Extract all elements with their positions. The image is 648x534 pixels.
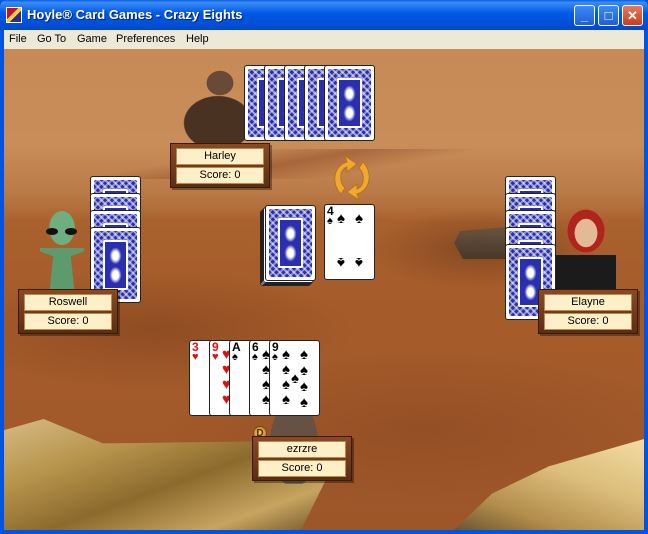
spade-icon: ♠	[300, 378, 308, 395]
menu-goto[interactable]: Go To	[37, 33, 66, 45]
draw-pile[interactable]	[265, 205, 316, 281]
heart-icon: ♥	[192, 351, 199, 363]
mars-horizon	[4, 149, 644, 179]
alien-eye	[46, 228, 58, 235]
game-table: Harley Score: 0 Roswell Score: 0 Elayne …	[4, 49, 644, 530]
spade-icon: ♠	[300, 362, 308, 379]
spade-icon: ♠	[282, 361, 290, 378]
close-icon: ✕	[627, 8, 638, 23]
nameplate-elayne: Elayne Score: 0	[538, 289, 638, 334]
title-bar[interactable]: Hoyle® Card Games - Crazy Eights _ □ ✕	[0, 0, 648, 30]
nameplate-roswell: Roswell Score: 0	[18, 289, 118, 334]
minimize-icon: _	[580, 8, 589, 23]
menu-bar: File Go To Game Preferences Help	[4, 30, 644, 49]
card-back	[324, 65, 375, 141]
spade-icon: ♠	[355, 254, 363, 271]
spade-icon: ♠	[282, 376, 290, 393]
app-window: Hoyle® Card Games - Crazy Eights _ □ ✕ F…	[0, 0, 648, 534]
window-title: Hoyle® Card Games - Crazy Eights	[27, 7, 243, 22]
menu-preferences[interactable]: Preferences	[116, 33, 175, 45]
player-score: Score: 0	[176, 167, 264, 184]
spade-icon: ♠	[300, 394, 308, 411]
spade-icon: ♠	[291, 370, 299, 387]
menu-game[interactable]: Game	[77, 33, 107, 45]
avatar-elayne	[556, 205, 616, 295]
menu-help[interactable]: Help	[186, 33, 209, 45]
player-card[interactable]: 9 ♠ ♠ ♠ ♠ ♠ ♠ ♠ ♠ ♠ ♠	[269, 340, 320, 416]
spade-icon: ♠	[232, 351, 238, 363]
nameplate-ezrzre: ezrzre Score: 0	[252, 436, 352, 481]
spade-icon: ♠	[355, 210, 363, 227]
minimize-button[interactable]: _	[574, 5, 595, 26]
spade-icon: ♠	[327, 215, 333, 227]
nameplate-harley: Harley Score: 0	[170, 143, 270, 188]
player-score: Score: 0	[24, 313, 112, 330]
alien-eye	[65, 228, 77, 235]
avatar-roswell-alien	[40, 204, 84, 299]
spade-icon: ♠	[272, 351, 278, 363]
app-icon[interactable]	[6, 7, 22, 23]
discard-pile-top-card[interactable]: 4 ♠ ♠ ♠ ♠ ♠	[324, 204, 375, 280]
player-name: ezrzre	[258, 441, 346, 458]
player-name: Roswell	[24, 294, 112, 311]
lander-foil-right	[454, 439, 644, 530]
spade-icon: ♠	[300, 346, 308, 363]
spade-icon: ♠	[337, 210, 345, 227]
player-name: Harley	[176, 148, 264, 165]
maximize-button[interactable]: □	[598, 5, 619, 26]
clockwise-arrows-icon	[334, 154, 370, 202]
spade-icon: ♠	[337, 254, 345, 271]
player-name: Elayne	[544, 294, 632, 311]
close-button[interactable]: ✕	[622, 5, 643, 26]
menu-file[interactable]: File	[9, 33, 27, 45]
spade-icon: ♠	[282, 346, 290, 363]
maximize-icon: □	[604, 8, 613, 23]
player-score: Score: 0	[544, 313, 632, 330]
heart-icon: ♥	[212, 351, 219, 363]
spade-icon: ♠	[282, 391, 290, 408]
spade-icon: ♠	[252, 351, 258, 363]
player-score: Score: 0	[258, 460, 346, 477]
